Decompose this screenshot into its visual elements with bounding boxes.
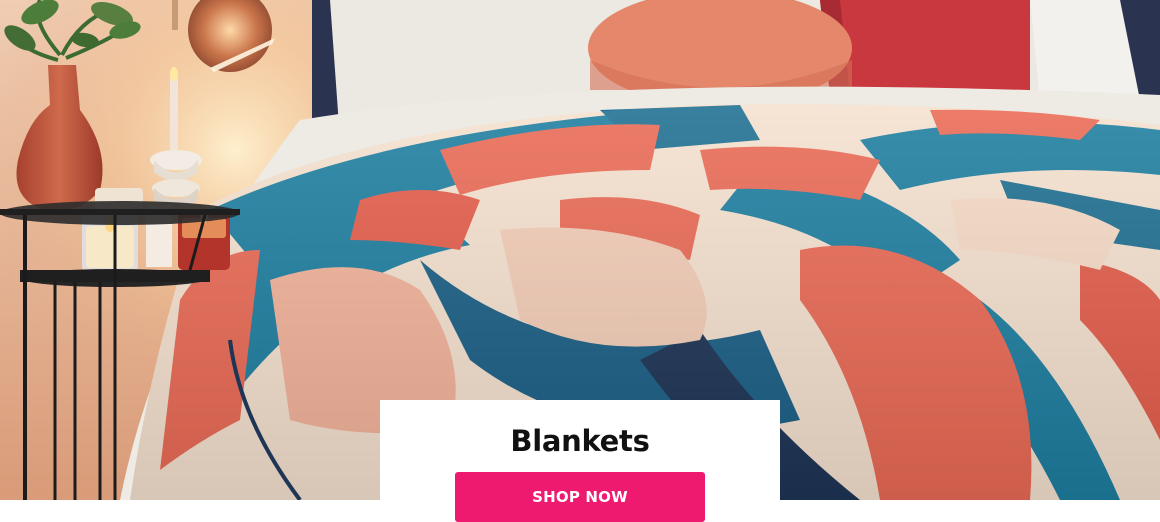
promo-title: Blankets bbox=[510, 424, 650, 458]
promo-banner: Blankets SHOP NOW bbox=[0, 0, 1160, 522]
shop-now-button[interactable]: SHOP NOW bbox=[455, 472, 705, 522]
promo-card: Blankets SHOP NOW bbox=[380, 400, 780, 522]
